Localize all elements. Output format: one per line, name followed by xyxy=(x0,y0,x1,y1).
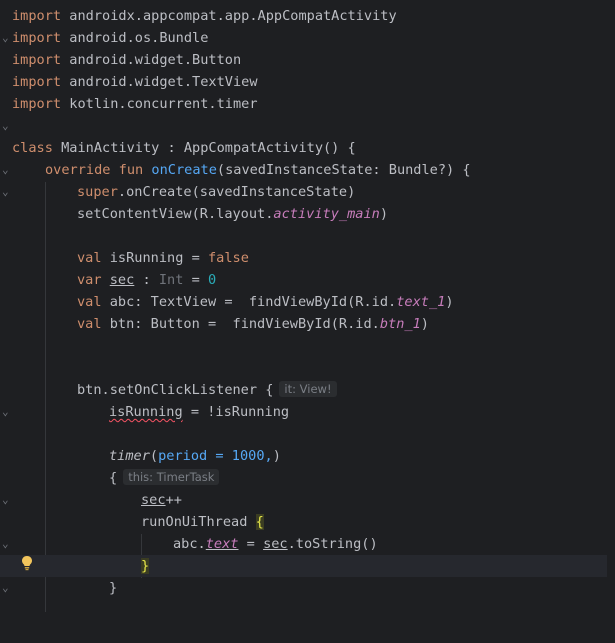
code-text: isRunning = xyxy=(101,250,208,266)
matched-brace: } xyxy=(141,558,150,574)
code-text: = xyxy=(183,272,208,288)
error-token[interactable]: isRunning xyxy=(109,404,183,420)
type-name: Int xyxy=(158,272,184,288)
code-text: abc. xyxy=(173,536,206,552)
keyword: val xyxy=(77,316,102,332)
code-line: ⌄ import androidx.appcompat.app.AppCompa… xyxy=(0,5,615,44)
code-line: ⌄ runOnUiThread { xyxy=(0,511,615,550)
keyword: class xyxy=(12,140,53,156)
code-text: ( xyxy=(149,448,159,464)
code-text: btn.setOnClickListener { xyxy=(77,382,274,398)
code-line: import android.os.Bundle xyxy=(0,27,615,49)
code-line: ⌄ import kotlin.concurrent.timer xyxy=(0,93,615,132)
code-line: ⌄ class MainActivity : AppCompatActivity… xyxy=(0,137,615,176)
property-ref: text xyxy=(205,536,239,552)
function-name: onCreate xyxy=(151,162,217,178)
code-text: (savedInstanceState: Bundle?) { xyxy=(216,162,471,178)
code-line: import android.widget.Button xyxy=(0,49,615,71)
code-line: val abc: TextView = findViewById(R.id.te… xyxy=(0,291,615,313)
keyword: var xyxy=(77,272,102,288)
code-text: MainActivity : AppCompatActivity() { xyxy=(52,140,356,156)
code-line: super.onCreate(savedInstanceState) xyxy=(0,181,615,203)
code-line: } xyxy=(0,577,615,599)
code-line: ⌄ btn.setOnClickListener {it: View! xyxy=(0,379,615,418)
code-line: timer(period = 1000,) xyxy=(0,445,615,467)
code-line: sec++ xyxy=(0,489,615,511)
code-line: val btn: Button = findViewById(R.id.btn_… xyxy=(0,313,615,335)
fold-marker-icon[interactable]: ⌄ xyxy=(2,115,12,137)
inlay-hint: it: View! xyxy=(279,381,337,397)
property-ref: btn_1 xyxy=(379,316,421,332)
code-text: } xyxy=(109,580,118,596)
code-line: import android.widget.TextView xyxy=(0,71,615,93)
code-text: setContentView(R.layout. xyxy=(77,206,274,222)
code-text: android.widget.Button xyxy=(61,52,242,68)
code-text: ) xyxy=(445,294,454,310)
code-text: = xyxy=(238,536,264,552)
keyword: val xyxy=(77,294,102,310)
code-text: btn: Button = findViewById(R.id. xyxy=(101,316,380,332)
code-text: androidx.appcompat.app.AppCompatActivity xyxy=(61,8,397,24)
keyword: import xyxy=(12,8,62,24)
keyword: import xyxy=(12,96,62,112)
code-text: kotlin.concurrent.timer xyxy=(61,96,258,112)
code-text: android.widget.TextView xyxy=(61,74,258,90)
code-line: var sec : Int = 0 xyxy=(0,269,615,291)
code-text: .toString() xyxy=(287,536,378,552)
code-line: isRunning = !isRunning xyxy=(0,401,615,423)
property-ref: activity_main xyxy=(273,206,380,222)
code-line: setContentView(R.layout.activity_main) xyxy=(0,203,615,225)
inlay-hint: this: TimerTask xyxy=(123,469,220,485)
lightbulb-icon[interactable] xyxy=(20,555,34,571)
number-literal: 0 xyxy=(208,272,217,288)
variable-ref: sec xyxy=(141,492,166,508)
keyword: val xyxy=(77,250,102,266)
keyword: import xyxy=(12,74,62,90)
code-text: ) xyxy=(379,206,389,222)
keyword: import xyxy=(12,30,62,46)
code-text: ++ xyxy=(165,492,182,508)
variable-ref: sec xyxy=(263,536,288,552)
keyword: false xyxy=(207,250,249,266)
code-line: val isRunning = false xyxy=(0,247,615,269)
keyword: override fun xyxy=(45,162,144,178)
property-ref: text_1 xyxy=(396,294,446,310)
code-text: runOnUiThread xyxy=(141,514,256,530)
function-call: timer xyxy=(109,448,150,464)
code-text: abc: TextView = findViewById(R.id. xyxy=(101,294,397,310)
keyword: super xyxy=(77,184,118,200)
code-text: = !isRunning xyxy=(182,404,290,420)
code-line: ⌄ override fun onCreate(savedInstanceSta… xyxy=(0,159,615,198)
current-line: ⌄ } xyxy=(0,555,607,594)
code-text: android.os.Bundle xyxy=(61,30,209,46)
code-text: { xyxy=(109,470,118,486)
variable-ref: sec xyxy=(109,272,135,288)
code-text: .onCreate(savedInstanceState) xyxy=(117,184,356,200)
code-text: ) xyxy=(420,316,429,332)
keyword: import xyxy=(12,52,62,68)
named-argument: period = 1000, xyxy=(158,448,273,464)
code-editor[interactable]: ⌄ import androidx.appcompat.app.AppCompa… xyxy=(0,0,615,620)
matched-brace: { xyxy=(255,514,264,530)
code-text: ) xyxy=(272,448,281,464)
code-text: : xyxy=(134,272,159,288)
code-line: abc.text = sec.toString() xyxy=(0,533,615,555)
code-line: ⌄ {this: TimerTask xyxy=(0,467,615,506)
